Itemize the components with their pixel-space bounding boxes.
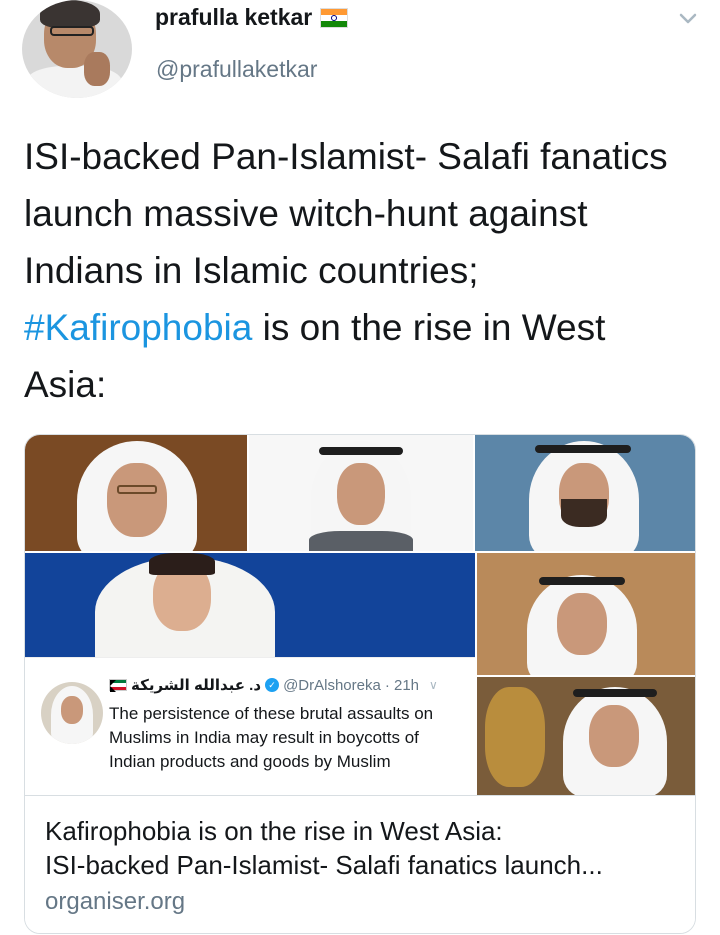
author-display-name[interactable]: prafulla ketkar bbox=[155, 4, 312, 31]
collage-photo-6 bbox=[477, 677, 695, 795]
embedded-chevron-icon: ∨ bbox=[429, 678, 438, 692]
india-flag-icon bbox=[320, 7, 349, 28]
tweet-text-main: ISI-backed Pan-Islamist- Salafi fanatics… bbox=[24, 136, 668, 291]
embedded-tweet-handle: @DrAlshoreka bbox=[283, 676, 381, 694]
verified-badge-icon: ✓ bbox=[265, 678, 280, 692]
embedded-tweet-header: د. عبدالله الشريكة ✓ @DrAlshoreka · 21h … bbox=[109, 676, 438, 694]
tweet-text: ISI-backed Pan-Islamist- Salafi fanatics… bbox=[24, 128, 694, 413]
tweet-header: prafulla ketkar @prafullaketkar bbox=[22, 0, 702, 110]
hashtag-link[interactable]: #Kafirophobia bbox=[24, 307, 252, 348]
card-title-line-1: Kafirophobia is on the rise in West Asia… bbox=[45, 816, 503, 846]
collage-photo-3 bbox=[475, 435, 695, 551]
avatar-hair bbox=[40, 0, 100, 28]
avatar-glasses bbox=[50, 26, 94, 36]
card-footer[interactable]: Kafirophobia is on the rise in West Asia… bbox=[25, 795, 695, 933]
card-title[interactable]: Kafirophobia is on the rise in West Asia… bbox=[45, 814, 685, 882]
collage-photo-1 bbox=[25, 435, 247, 551]
embedded-tweet-name: د. عبدالله الشريكة bbox=[131, 677, 262, 694]
card-image-collage[interactable]: د. عبدالله الشريكة ✓ @DrAlshoreka · 21h … bbox=[25, 435, 695, 795]
embedded-tweet-screenshot: د. عبدالله الشريكة ✓ @DrAlshoreka · 21h … bbox=[25, 657, 475, 795]
embedded-tweet-time: · 21h bbox=[384, 676, 420, 694]
author-name-row[interactable]: prafulla ketkar bbox=[155, 4, 349, 31]
author-handle[interactable]: @prafullaketkar bbox=[156, 56, 317, 83]
kuwait-flag-icon bbox=[109, 679, 127, 692]
card-title-line-2: ISI-backed Pan-Islamist- Salafi fanatics… bbox=[45, 850, 603, 880]
collage-photo-4 bbox=[25, 553, 475, 657]
card-domain[interactable]: organiser.org bbox=[45, 888, 185, 916]
collage-photo-2 bbox=[249, 435, 473, 551]
embedded-tweet-avatar bbox=[41, 682, 103, 744]
link-preview-card[interactable]: د. عبدالله الشريكة ✓ @DrAlshoreka · 21h … bbox=[24, 434, 696, 934]
collage-photo-5 bbox=[477, 553, 695, 675]
avatar-hand bbox=[84, 52, 110, 86]
chevron-down-icon[interactable] bbox=[678, 12, 698, 26]
embedded-tweet-body: The persistence of these brutal assaults… bbox=[109, 704, 434, 771]
author-avatar[interactable] bbox=[22, 0, 132, 98]
